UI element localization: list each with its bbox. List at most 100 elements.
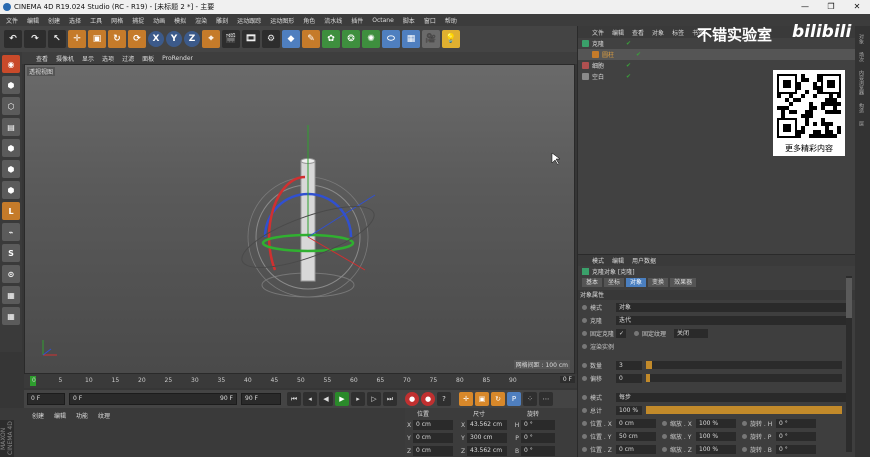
menu-item[interactable]: 脚本 xyxy=(403,16,415,25)
record-parameter-button[interactable]: P xyxy=(507,392,521,406)
field-object-button[interactable]: ⬭ xyxy=(382,30,400,48)
menu-item[interactable]: 角色 xyxy=(303,16,315,25)
current-frame-field[interactable]: 0 F xyxy=(559,376,575,383)
animate-dot-icon[interactable] xyxy=(582,433,587,439)
redo-button[interactable]: ↷ xyxy=(24,30,46,48)
attribute-value[interactable]: 对象 xyxy=(616,302,846,312)
minimize-button[interactable]: — xyxy=(792,0,818,14)
coord-rotation-field[interactable]: 0 ° xyxy=(521,420,555,430)
light-object-button[interactable]: 💡 xyxy=(442,30,460,48)
animate-dot-icon[interactable] xyxy=(582,343,587,349)
animate-dot-icon[interactable] xyxy=(582,446,587,452)
coord-position-field[interactable]: 0 cm xyxy=(413,433,453,443)
next-frame-button[interactable]: ▸ xyxy=(351,392,365,406)
menu-item[interactable]: 编辑 xyxy=(27,16,39,25)
coord-position-field[interactable]: 0 cm xyxy=(413,446,453,456)
material-menu-item[interactable]: 编辑 xyxy=(54,411,66,420)
animate-dot-icon[interactable] xyxy=(742,446,747,452)
material-menu-item[interactable]: 创建 xyxy=(32,411,44,420)
record-position-button[interactable]: ✛ xyxy=(459,392,473,406)
viewport-menu-item[interactable]: 面板 xyxy=(142,54,154,63)
side-tab[interactable]: 场次 xyxy=(858,52,865,62)
points-mode-icon[interactable]: ⬢ xyxy=(2,139,20,157)
menu-item[interactable]: 流水线 xyxy=(324,16,342,25)
menu-item[interactable]: 捕捉 xyxy=(132,16,144,25)
select-tool-button[interactable]: ↖ xyxy=(48,30,66,48)
make-editable-icon[interactable]: ◉ xyxy=(2,55,20,73)
attribute-value[interactable]: ✓ xyxy=(616,328,626,338)
menu-item[interactable]: 选择 xyxy=(69,16,81,25)
side-tab[interactable]: 层 xyxy=(858,121,865,126)
record-rotation-button[interactable]: ↻ xyxy=(491,392,505,406)
visibility-check-icon[interactable]: ✔ xyxy=(626,62,631,69)
close-button[interactable]: ✕ xyxy=(844,0,870,14)
menu-item[interactable]: 渲染 xyxy=(195,16,207,25)
autokey-button[interactable]: ● xyxy=(421,392,435,406)
record-scale-button[interactable]: ▣ xyxy=(475,392,489,406)
transform-value[interactable]: 0 cm xyxy=(616,444,656,454)
attribute-menu-item[interactable]: 用户数据 xyxy=(632,256,656,265)
camera-object-button[interactable]: 🎥 xyxy=(422,30,440,48)
menu-item[interactable]: 文件 xyxy=(6,16,18,25)
cube-primitive-button[interactable]: ◆ xyxy=(282,30,300,48)
soft-selection-icon[interactable]: ⊙ xyxy=(2,265,20,283)
z-axis-lock-button[interactable]: Z xyxy=(184,31,200,47)
rotate-tool-button[interactable]: ↻ xyxy=(108,30,126,48)
attribute-value[interactable]: 0 xyxy=(616,373,642,383)
menu-item[interactable]: 模拟 xyxy=(174,16,186,25)
transform-value[interactable]: 0 ° xyxy=(776,444,816,454)
workplane-icon[interactable]: ▤ xyxy=(2,118,20,136)
animate-dot-icon[interactable] xyxy=(662,446,667,452)
animate-dot-icon[interactable] xyxy=(582,420,587,426)
offset-slider[interactable] xyxy=(646,374,842,382)
material-menu-item[interactable]: 纹理 xyxy=(98,411,110,420)
viewport-menu-item[interactable]: 摄像机 xyxy=(56,54,74,63)
prev-key-button[interactable]: ◂ xyxy=(303,392,317,406)
object-menu-item[interactable]: 文件 xyxy=(592,28,604,37)
coord-size-field[interactable]: 43.562 cm xyxy=(467,420,507,430)
render-view-button[interactable]: 🎬 xyxy=(222,30,240,48)
animate-dot-icon[interactable] xyxy=(582,362,587,368)
timeline-ruler[interactable]: 0 F 0 5 10 15 20 25 30 35 40 45 50 55 60 65 70 75 80 85 90 xyxy=(24,374,577,388)
object-menu-item[interactable]: 标签 xyxy=(672,28,684,37)
axis-mode-icon[interactable]: L xyxy=(2,202,20,220)
animate-dot-icon[interactable] xyxy=(582,304,587,310)
viewport-menu-item[interactable]: 过滤 xyxy=(122,54,134,63)
count-slider[interactable] xyxy=(646,361,842,369)
attribute-value[interactable]: 每步 xyxy=(616,392,846,402)
transform-value[interactable]: 0 ° xyxy=(776,431,816,441)
animate-dot-icon[interactable] xyxy=(582,317,587,323)
visibility-check-icon[interactable]: ✔ xyxy=(626,40,631,47)
side-tab[interactable]: 内容浏览器 xyxy=(858,70,865,95)
side-tab[interactable]: 对象 xyxy=(858,34,865,44)
next-key-button[interactable]: ▷ xyxy=(367,392,381,406)
attribute-value[interactable]: 迭代 xyxy=(616,315,846,325)
menu-item[interactable]: 网格 xyxy=(111,16,123,25)
scrollbar-thumb[interactable] xyxy=(846,278,852,318)
animate-dot-icon[interactable] xyxy=(582,375,587,381)
total-slider[interactable] xyxy=(646,406,842,414)
attribute-tab[interactable]: 对象 xyxy=(626,278,647,287)
floor-object-button[interactable]: ▦ xyxy=(402,30,420,48)
workplane-lock-icon[interactable]: ▦ xyxy=(2,286,20,304)
polygons-mode-icon[interactable]: ⬢ xyxy=(2,181,20,199)
object-menu-item[interactable]: 编辑 xyxy=(612,28,624,37)
grid-lock-icon[interactable]: ▦ xyxy=(2,307,20,325)
menu-item[interactable]: 工具 xyxy=(90,16,102,25)
move-tool-button[interactable]: ✛ xyxy=(68,30,86,48)
transform-value[interactable]: 0 cm xyxy=(616,418,656,428)
viewport-menu-item[interactable]: 选项 xyxy=(102,54,114,63)
coord-rotation-field[interactable]: 0 ° xyxy=(521,446,555,456)
menu-item[interactable]: 运动跟踪 xyxy=(237,16,261,25)
texture-mode-icon[interactable]: ⬡ xyxy=(2,97,20,115)
transform-value[interactable]: 100 % xyxy=(696,431,736,441)
array-generator-button[interactable]: ❂ xyxy=(342,30,360,48)
record-button[interactable]: ● xyxy=(405,392,419,406)
transform-value[interactable]: 100 % xyxy=(696,418,736,428)
menu-item[interactable]: 窗口 xyxy=(424,16,436,25)
fixed-texture-dropdown[interactable]: 关闭 xyxy=(674,328,708,338)
animate-dot-icon[interactable] xyxy=(662,420,667,426)
coord-position-field[interactable]: 0 cm xyxy=(413,420,453,430)
coord-size-field[interactable]: 43.562 cm xyxy=(467,446,507,456)
transform-value[interactable]: 50 cm xyxy=(616,431,656,441)
